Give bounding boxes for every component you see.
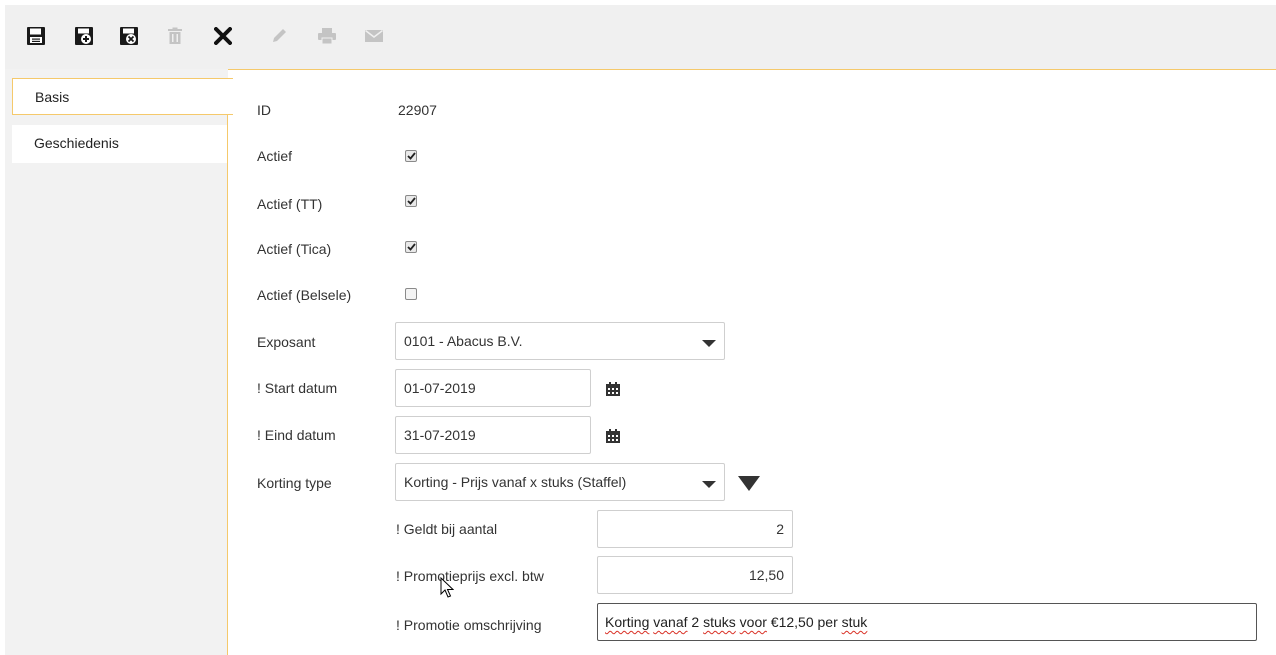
omschrijving-word: vanaf — [653, 614, 688, 630]
tab-basis-label: Basis — [35, 89, 70, 105]
tab-geschiedenis[interactable]: Geschiedenis — [12, 125, 228, 163]
checkmark-icon — [406, 152, 416, 160]
save-and-close-button[interactable] — [116, 23, 142, 49]
id-label: ID — [257, 102, 271, 118]
omschrijving-text: €12,50 per — [766, 614, 842, 630]
actief-belsele-checkbox[interactable] — [405, 288, 417, 300]
tab-geschiedenis-label: Geschiedenis — [34, 135, 119, 151]
omschrijving-word: stuk — [841, 614, 868, 630]
save-icon — [27, 27, 45, 45]
expand-caret-icon[interactable] — [738, 476, 760, 491]
close-icon — [214, 27, 232, 45]
promotie-omschrijving-input[interactable]: Korting vanaf 2 stuks voor €12,50 per st… — [597, 603, 1257, 641]
chevron-down-icon — [702, 481, 716, 488]
mouse-cursor-icon — [440, 577, 454, 598]
save-close-icon — [120, 27, 138, 45]
omschrijving-word: voor — [739, 614, 767, 630]
actief-tica-label: Actief (Tica) — [257, 241, 332, 257]
korting-type-label: Korting type — [257, 475, 332, 491]
trash-icon — [168, 27, 182, 44]
promotie-omschrijving-label: ! Promotie omschrijving — [396, 617, 542, 633]
geldt-bij-aantal-label: ! Geldt bij aantal — [396, 521, 498, 537]
actief-tica-checkbox[interactable] — [405, 241, 417, 253]
promotieprijs-label: ! Promotieprijs excl. btw — [396, 568, 544, 584]
cancel-button[interactable] — [210, 23, 236, 49]
actief-belsele-label: Actief (Belsele) — [257, 287, 352, 303]
chevron-down-icon — [702, 340, 716, 347]
save-new-icon — [75, 27, 93, 45]
save-button[interactable] — [23, 23, 49, 49]
calendar-icon[interactable] — [605, 381, 621, 397]
pencil-icon — [273, 29, 286, 42]
delete-button[interactable] — [162, 23, 188, 49]
calendar-icon[interactable] — [605, 428, 621, 444]
edit-button[interactable] — [266, 23, 292, 49]
sidebar: Basis Geschiedenis — [5, 69, 233, 655]
mail-icon — [365, 29, 383, 42]
start-datum-input[interactable] — [395, 369, 591, 407]
actief-tt-checkbox[interactable] — [405, 195, 417, 207]
print-icon — [318, 28, 336, 45]
email-button[interactable] — [361, 23, 387, 49]
omschrijving-text: 2 — [687, 614, 704, 630]
actief-tt-label: Actief (TT) — [257, 196, 323, 212]
content-border-left — [227, 114, 228, 655]
eind-datum-label: ! Eind datum — [257, 427, 336, 443]
exposant-select[interactable]: 0101 - Abacus B.V. — [395, 322, 725, 360]
tab-basis[interactable]: Basis — [12, 78, 233, 115]
start-datum-label: ! Start datum — [257, 380, 338, 396]
actief-label: Actief — [257, 148, 293, 164]
save-and-new-button[interactable] — [71, 23, 97, 49]
id-value: 22907 — [398, 102, 437, 118]
korting-type-select-value: Korting - Prijs vanaf x stuks (Staffel) — [404, 474, 627, 490]
actief-checkbox[interactable] — [405, 150, 417, 162]
omschrijving-word: stuks — [703, 614, 736, 630]
geldt-bij-aantal-input[interactable] — [597, 510, 793, 548]
korting-type-select[interactable]: Korting - Prijs vanaf x stuks (Staffel) — [395, 463, 725, 501]
omschrijving-word: Korting — [605, 614, 650, 630]
promotieprijs-input[interactable] — [597, 556, 793, 594]
eind-datum-input[interactable] — [395, 416, 591, 454]
checkmark-icon — [406, 243, 416, 251]
content-border-top — [228, 69, 1276, 70]
exposant-label: Exposant — [257, 334, 316, 350]
print-button[interactable] — [314, 23, 340, 49]
toolbar — [5, 5, 1276, 69]
checkmark-icon — [406, 197, 416, 205]
exposant-select-value: 0101 - Abacus B.V. — [404, 333, 523, 349]
